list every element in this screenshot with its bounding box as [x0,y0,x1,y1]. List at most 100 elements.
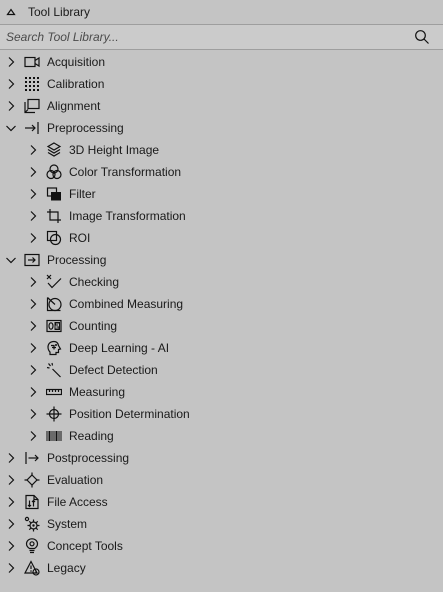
tree-item-label: Measuring [69,385,126,399]
tree-item-label: Alignment [47,99,101,113]
panel-header: Tool Library [0,0,443,24]
check-cross-icon [46,274,62,290]
tree-item-label: Processing [47,253,107,267]
defect-icon [46,362,62,378]
tree-item-processing[interactable]: Processing [0,249,443,271]
dot-grid-icon [24,76,40,92]
tree-item-calibration[interactable]: Calibration [0,73,443,95]
crop-icon [46,208,62,224]
chevron-down-icon[interactable] [5,122,17,134]
chevron-right-icon[interactable] [27,188,39,200]
tree-item-reading[interactable]: Reading [0,425,443,447]
tool-tree: Acquisition Calibration Alignment Prepro… [0,51,443,579]
chevron-right-icon[interactable] [27,320,39,332]
chevron-right-icon[interactable] [27,276,39,288]
layers-icon [46,142,62,158]
chevron-down-icon[interactable] [5,254,17,266]
tree-item-filter[interactable]: Filter [0,183,443,205]
chevron-right-icon[interactable] [5,540,17,552]
chevron-right-icon[interactable] [27,144,39,156]
tree-item-label: Reading [69,429,114,443]
tree-item-label: Acquisition [47,55,106,69]
tree-item-color-transformation[interactable]: Color Transformation [0,161,443,183]
color-circles-icon [46,164,62,180]
chevron-right-icon[interactable] [5,518,17,530]
tree-item-label: 3D Height Image [69,143,160,157]
chevron-right-icon[interactable] [5,452,17,464]
counter-icon [46,318,62,334]
panel-title: Tool Library [28,5,91,19]
tree-item-label: Image Transformation [69,209,186,223]
tree-item-checking[interactable]: Checking [0,271,443,293]
tree-item-label: ROI [69,231,91,245]
tree-item-label: File Access [47,495,108,509]
tree-item-label: Calibration [47,77,105,91]
tree-item-label: Deep Learning - AI [69,341,170,355]
chevron-right-icon[interactable] [5,56,17,68]
tree-item-preprocessing[interactable]: Preprocessing [0,117,443,139]
chevron-right-icon[interactable] [5,496,17,508]
chevron-right-icon[interactable] [5,78,17,90]
chevron-right-icon[interactable] [27,210,39,222]
chevron-right-icon[interactable] [27,342,39,354]
chevron-right-icon[interactable] [5,562,17,574]
tree-item-label: Filter [69,187,96,201]
tree-item-label: Color Transformation [69,165,182,179]
tree-item-position-determination[interactable]: Position Determination [0,403,443,425]
tree-item-postprocessing[interactable]: Postprocessing [0,447,443,469]
tree-item-label: Concept Tools [47,539,123,553]
bar-arrow-icon [24,450,40,466]
tree-item-deep-learning[interactable]: Deep Learning - AI [0,337,443,359]
chevron-right-icon[interactable] [27,232,39,244]
combined-measure-icon [46,296,62,312]
collapse-panel-icon[interactable] [6,7,16,17]
tree-item-label: System [47,517,88,531]
tree-item-measuring[interactable]: Measuring [0,381,443,403]
chevron-right-icon[interactable] [27,408,39,420]
filter-icon [46,186,62,202]
chevron-right-icon[interactable] [27,386,39,398]
tree-item-legacy[interactable]: Legacy [0,557,443,579]
tree-item-combined-measuring[interactable]: Combined Measuring [0,293,443,315]
tree-item-label: Defect Detection [69,363,158,377]
chevron-right-icon[interactable] [27,430,39,442]
barcode-icon [46,428,62,444]
decision-icon [24,472,40,488]
tree-item-acquisition[interactable]: Acquisition [0,51,443,73]
chevron-right-icon[interactable] [5,474,17,486]
tree-item-label: Checking [69,275,120,289]
file-transfer-icon [24,494,40,510]
tree-item-defect-detection[interactable]: Defect Detection [0,359,443,381]
tree-item-label: Preprocessing [47,121,124,135]
chevron-right-icon[interactable] [27,364,39,376]
tree-item-concept-tools[interactable]: Concept Tools [0,535,443,557]
brain-icon [46,340,62,356]
alignment-icon [24,98,40,114]
search-icon[interactable] [414,29,430,45]
tree-item-file-access[interactable]: File Access [0,491,443,513]
roi-icon [46,230,62,246]
chevron-right-icon[interactable] [5,100,17,112]
warning-legacy-icon [24,560,40,576]
tree-item-3d-height-image[interactable]: 3D Height Image [0,139,443,161]
tree-item-label: Combined Measuring [69,297,184,311]
tree-item-counting[interactable]: Counting [0,315,443,337]
process-box-icon [24,252,40,268]
tree-item-evaluation[interactable]: Evaluation [0,469,443,491]
gear-icon [24,516,40,532]
tree-item-label: Postprocessing [47,451,130,465]
tree-item-label: Counting [69,319,118,333]
chevron-right-icon[interactable] [27,166,39,178]
tree-item-label: Evaluation [47,473,104,487]
ruler-icon [46,384,62,400]
camera-icon [24,54,40,70]
tree-item-roi[interactable]: ROI [0,227,443,249]
search-bar [0,24,443,50]
tree-item-label: Legacy [47,561,86,575]
chevron-right-icon[interactable] [27,298,39,310]
tree-item-system[interactable]: System [0,513,443,535]
crosshair-icon [46,406,62,422]
tree-item-image-transformation[interactable]: Image Transformation [0,205,443,227]
tree-item-alignment[interactable]: Alignment [0,95,443,117]
search-input[interactable] [6,28,396,46]
